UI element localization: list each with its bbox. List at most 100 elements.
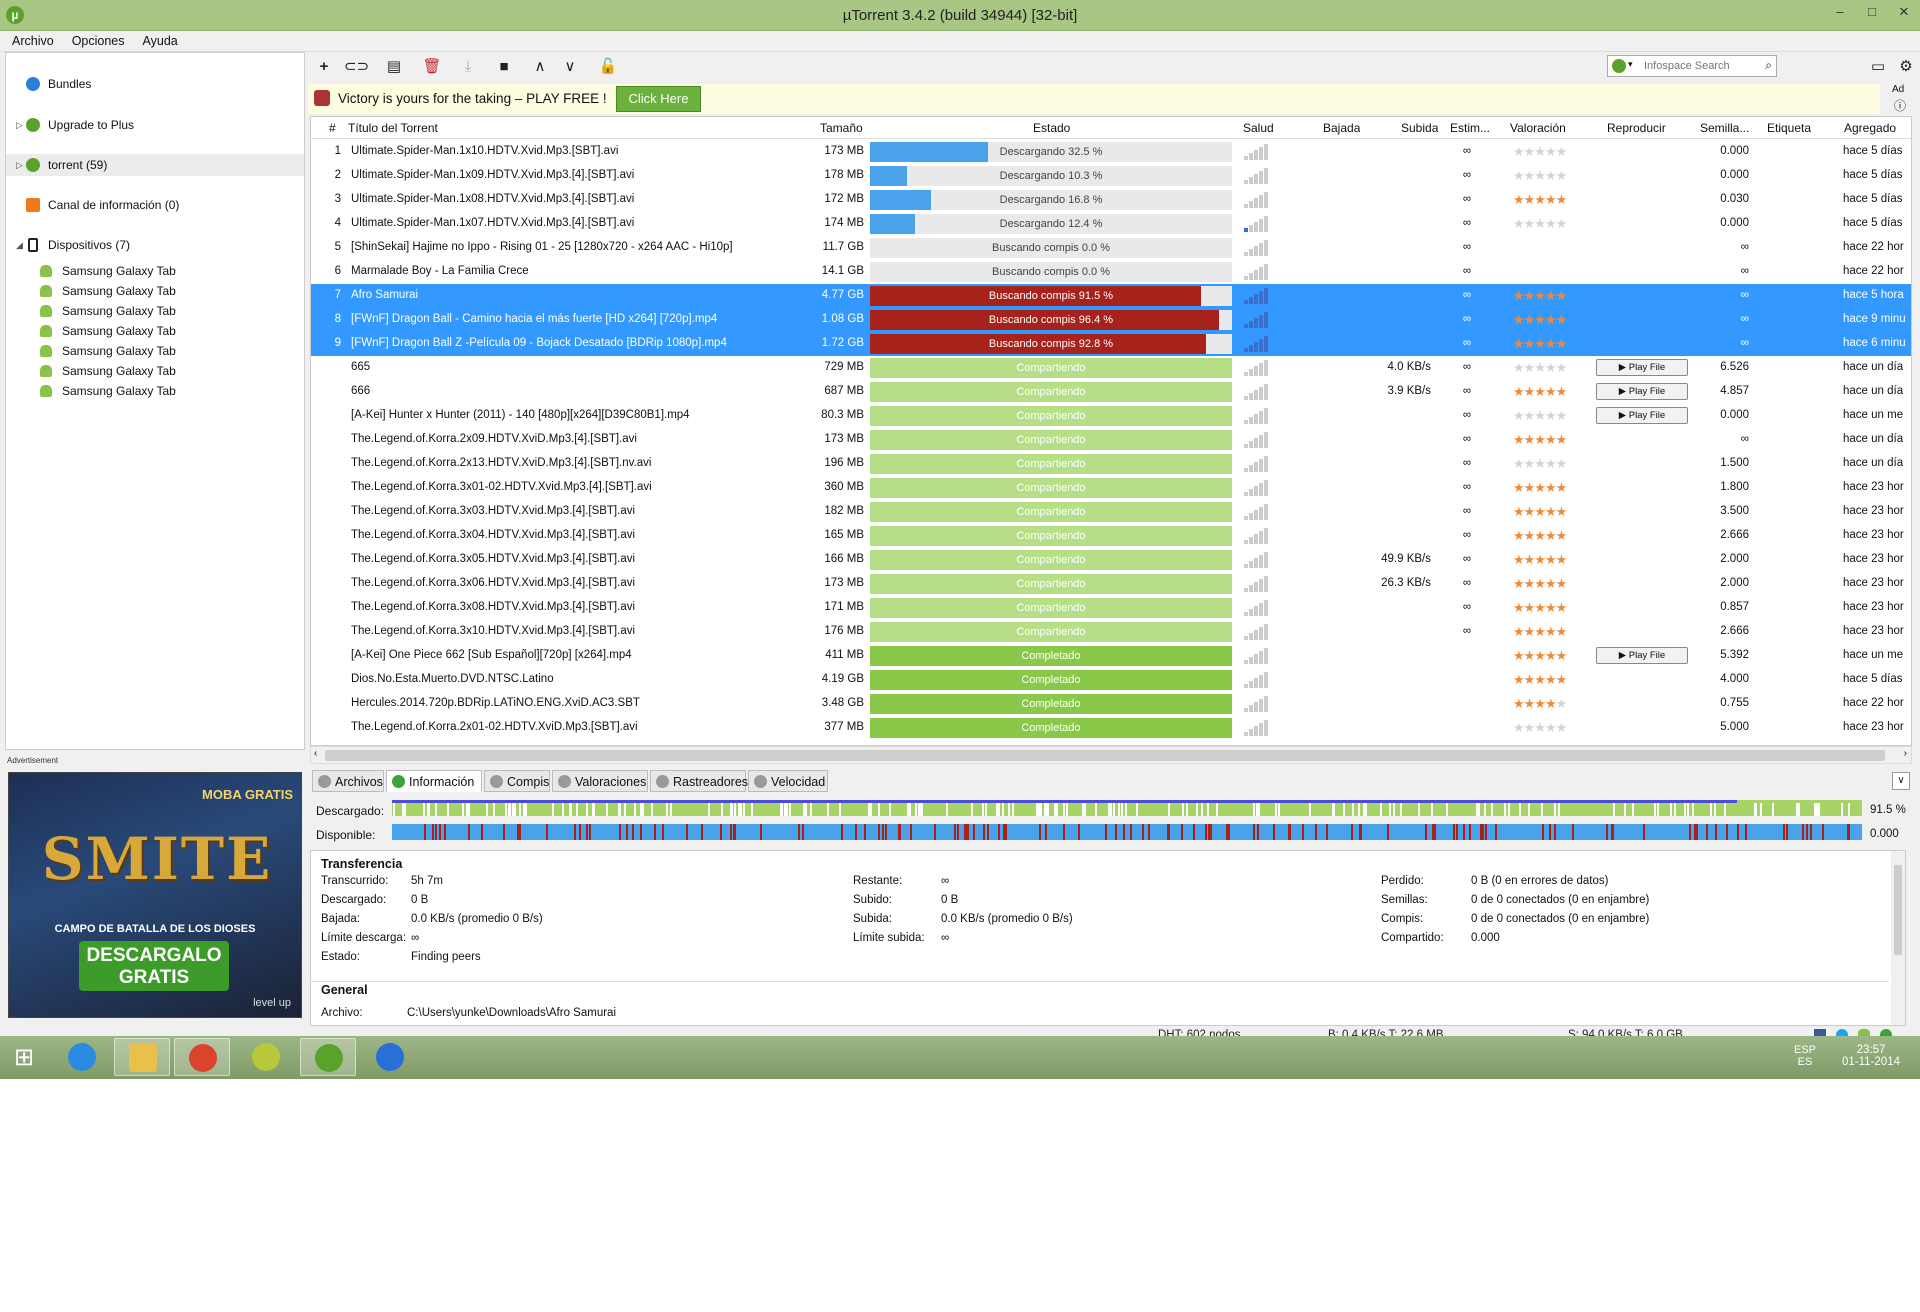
table-row[interactable]: [A-Kei] One Piece 662 [Sub Español][720p… <box>311 644 1911 668</box>
table-row[interactable]: 7 Afro Samurai 4.77 GB Buscando compis 91.5… <box>311 284 1911 308</box>
info-scrollbar[interactable] <box>1891 851 1905 1025</box>
rating-stars[interactable]: ★★★★★ <box>1513 288 1567 304</box>
rating-stars[interactable]: ★★★★★ <box>1513 648 1567 664</box>
tab-valoraciones[interactable]: Valoraciones <box>552 770 648 792</box>
table-row[interactable]: [A-Kei] Hunter x Hunter (2011) - 140 [48… <box>311 404 1911 428</box>
remote-icon[interactable]: ▭ <box>1868 58 1888 76</box>
table-row[interactable]: 665 729 MB Compartiendo 4.0 KB/s ∞ ★★★★★ ▶ Pla… <box>311 356 1911 380</box>
rating-stars[interactable]: ★★★★★ <box>1513 192 1567 208</box>
rating-stars[interactable]: ★★★★★ <box>1513 312 1567 328</box>
table-row[interactable]: The.Legend.of.Korra.2x13.HDTV.XviD.Mp3.[… <box>311 452 1911 476</box>
sidebar-device-item[interactable]: Samsung Galaxy Tab <box>6 361 304 381</box>
search-input[interactable] <box>1644 58 1754 74</box>
ad-info-icon[interactable]: ⓘ <box>1894 97 1906 114</box>
rating-stars[interactable]: ★★★★★ <box>1513 384 1567 400</box>
col-status[interactable]: Estado <box>1033 121 1070 135</box>
sidebar-item-feeds[interactable]: Canal de información (0) <box>6 194 304 216</box>
taskbar-utorrent[interactable] <box>300 1038 356 1076</box>
col-down[interactable]: Bajada <box>1323 121 1360 135</box>
taskbar-chrome[interactable] <box>174 1038 230 1076</box>
col-health[interactable]: Salud <box>1243 121 1274 135</box>
expand-arrow-icon[interactable]: ▷ <box>16 114 23 136</box>
sidebar-device-item[interactable]: Samsung Galaxy Tab <box>6 381 304 401</box>
table-row[interactable]: 3 Ultimate.Spider-Man.1x08.HDTV.Xvid.Mp3.… <box>311 188 1911 212</box>
move-down-icon[interactable]: ∨ <box>560 58 580 76</box>
create-torrent-icon[interactable]: ▤ <box>384 58 404 76</box>
menu-archivo[interactable]: Archivo <box>0 31 60 48</box>
rating-stars[interactable]: ★★★★★ <box>1513 432 1567 448</box>
sidebar-item-devices[interactable]: ◢ Dispositivos (7) <box>6 234 304 256</box>
delete-icon[interactable]: 🗑 <box>422 58 442 76</box>
sidebar-device-item[interactable]: Samsung Galaxy Tab <box>6 321 304 341</box>
tab-velocidad[interactable]: Velocidad <box>748 770 828 792</box>
move-up-icon[interactable]: ∧ <box>530 58 550 76</box>
collapse-panel-icon[interactable]: ∨ <box>1892 772 1910 790</box>
col-num[interactable]: # <box>329 121 336 135</box>
col-up[interactable]: Subida <box>1401 121 1438 135</box>
col-added[interactable]: Agregado <box>1844 121 1896 135</box>
col-seeds[interactable]: Semilla... <box>1700 121 1749 135</box>
sidebar-device-item[interactable]: Samsung Galaxy Tab <box>6 341 304 361</box>
taskbar-explorer[interactable] <box>114 1038 170 1076</box>
scroll-left-icon[interactable]: ‹ <box>314 748 317 759</box>
search-icon[interactable]: ⌕ <box>1765 58 1772 73</box>
rating-stars[interactable]: ★★★★★ <box>1513 672 1567 688</box>
col-rating[interactable]: Valoración <box>1510 121 1566 135</box>
start-button[interactable]: ⊞ <box>4 1038 60 1076</box>
menu-ayuda[interactable]: Ayuda <box>131 31 184 48</box>
table-row[interactable]: 8 [FWnF] Dragon Ball - Camino hacia el má… <box>311 308 1911 332</box>
menu-opciones[interactable]: Opciones <box>60 31 131 48</box>
tab-informacion[interactable]: Información <box>386 770 482 792</box>
collapse-arrow-icon[interactable]: ◢ <box>16 234 23 256</box>
table-row[interactable]: 2 Ultimate.Spider-Man.1x09.HDTV.Xvid.Mp3.… <box>311 164 1911 188</box>
col-name[interactable]: Título del Torrent <box>348 121 438 135</box>
rating-stars[interactable]: ★★★★★ <box>1513 168 1567 184</box>
table-row[interactable]: The.Legend.of.Korra.2x09.HDTV.XviD.Mp3.[… <box>311 428 1911 452</box>
info-scrollbar-thumb[interactable] <box>1894 865 1902 955</box>
table-row[interactable]: The.Legend.of.Korra.3x03.HDTV.Xvid.Mp3.[… <box>311 500 1911 524</box>
tab-archivos[interactable]: Archivos <box>312 770 384 792</box>
sidebar-device-item[interactable]: Samsung Galaxy Tab <box>6 301 304 321</box>
rating-stars[interactable]: ★★★★★ <box>1513 696 1567 712</box>
table-row[interactable]: The.Legend.of.Korra.2x01-02.HDTV.XviD.Mp… <box>311 716 1911 740</box>
rating-stars[interactable]: ★★★★★ <box>1513 480 1567 496</box>
advertisement[interactable]: Advertisement MOBA GRATIS SMITE CAMPO DE… <box>5 752 305 1024</box>
table-row[interactable]: The.Legend.of.Korra.3x01-02.HDTV.Xvid.Mp… <box>311 476 1911 500</box>
rating-stars[interactable]: ★★★★★ <box>1513 408 1567 424</box>
minimize-button[interactable]: – <box>1824 0 1856 24</box>
unlock-icon[interactable]: 🔓 <box>598 58 618 76</box>
col-eta[interactable]: Estim... <box>1450 121 1490 135</box>
rating-stars[interactable]: ★★★★★ <box>1513 360 1567 376</box>
language-indicator[interactable]: ESP ES <box>1794 1044 1816 1068</box>
table-row[interactable]: Dios.No.Esta.Muerto.DVD.NTSC.Latino 4.19 … <box>311 668 1911 692</box>
taskbar-app[interactable] <box>238 1038 294 1076</box>
rating-stars[interactable]: ★★★★★ <box>1513 504 1567 520</box>
add-torrent-icon[interactable]: + <box>314 58 334 76</box>
tab-rastreadores[interactable]: Rastreadores <box>650 770 748 792</box>
rating-stars[interactable]: ★★★★★ <box>1513 216 1567 232</box>
sidebar-item-upgrade[interactable]: ▷ Upgrade to Plus <box>6 114 304 136</box>
chevron-down-icon[interactable]: ▾ <box>1628 59 1633 70</box>
rating-stars[interactable]: ★★★★★ <box>1513 552 1567 568</box>
clock[interactable]: 23:57 01-11-2014 <box>1842 1044 1900 1068</box>
expand-arrow-icon[interactable]: ▷ <box>16 154 23 176</box>
rating-stars[interactable]: ★★★★★ <box>1513 720 1567 736</box>
search-provider-icon[interactable] <box>1612 59 1626 73</box>
table-row[interactable]: The.Legend.of.Korra.3x06.HDTV.Xvid.Mp3.[… <box>311 572 1911 596</box>
col-label[interactable]: Etiqueta <box>1767 121 1811 135</box>
rating-stars[interactable]: ★★★★★ <box>1513 144 1567 160</box>
table-row[interactable]: The.Legend.of.Korra.3x08.HDTV.Xvid.Mp3.[… <box>311 596 1911 620</box>
sidebar-device-item[interactable]: Samsung Galaxy Tab <box>6 281 304 301</box>
rating-stars[interactable]: ★★★★★ <box>1513 456 1567 472</box>
table-row[interactable]: 1 Ultimate.Spider-Man.1x10.HDTV.Xvid.Mp3.… <box>311 140 1911 164</box>
scroll-right-icon[interactable]: › <box>1904 748 1907 759</box>
smite-ad-banner[interactable]: MOBA GRATIS SMITE CAMPO DE BATALLA DE LO… <box>8 772 302 1018</box>
taskbar-ie[interactable] <box>54 1038 110 1076</box>
rating-stars[interactable]: ★★★★★ <box>1513 576 1567 592</box>
settings-gear-icon[interactable]: ⚙ <box>1896 58 1916 76</box>
sidebar-item-bundles[interactable]: Bundles <box>6 73 304 95</box>
table-row[interactable]: The.Legend.of.Korra.3x10.HDTV.Xvid.Mp3.[… <box>311 620 1911 644</box>
click-here-button[interactable]: Click Here <box>616 86 701 112</box>
table-row[interactable]: 9 [FWnF] Dragon Ball Z -Película 09 - Boj… <box>311 332 1911 356</box>
tab-compis[interactable]: Compis <box>484 770 550 792</box>
